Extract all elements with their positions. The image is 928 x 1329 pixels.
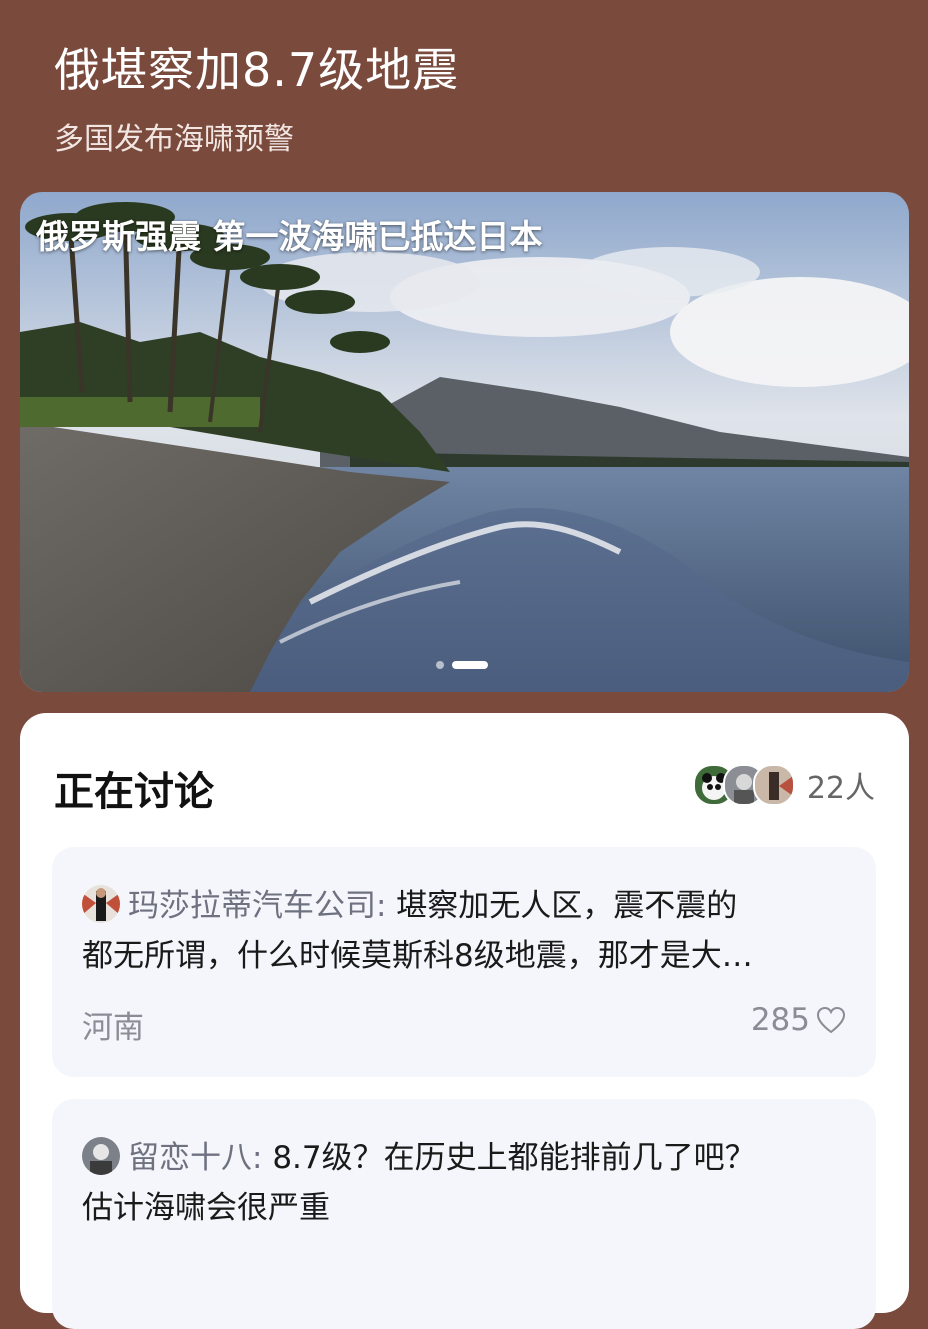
comment-body-line2: 估计海啸会很严重 <box>82 1190 330 1226</box>
commenter-avatar <box>82 885 120 923</box>
comment-body-line1: 堪察加无人区，震不震的 <box>396 888 738 924</box>
discussion-title: 正在讨论 <box>54 769 214 815</box>
comment-text: 留恋十八: 8.7级？在历史上都能排前几了吧？ 估计海啸会很严重 <box>82 1133 852 1233</box>
like-button[interactable]: 285 <box>751 1002 846 1038</box>
topic-subtitle: 多国发布海啸预警 <box>54 122 294 157</box>
comment-author: 玛莎拉蒂汽车公司: <box>128 888 387 924</box>
banner-carousel[interactable]: 俄罗斯强震 第一波海啸已抵达日本 <box>20 192 909 692</box>
like-count: 285 <box>750 1002 810 1038</box>
comment-card[interactable]: 玛莎拉蒂汽车公司: 堪察加无人区，震不震的 都无所谓，什么时候莫斯科8级地震，那… <box>52 847 876 1077</box>
comment-body-line2: 都无所谓，什么时候莫斯科8级地震，那才是大… <box>82 938 753 974</box>
avatar <box>752 764 795 806</box>
participant-count: 22人 <box>806 771 875 806</box>
discussion-card: 正在讨论 22人 玛莎拉蒂汽车公司: 堪察加无人区，震不震的 都无所谓，什么时候… <box>20 713 909 1329</box>
comment-text: 玛莎拉蒂汽车公司: 堪察加无人区，震不震的 都无所谓，什么时候莫斯科8级地震，那… <box>82 881 852 981</box>
comment-location: 河南 <box>82 1010 144 1046</box>
heart-icon <box>816 1006 846 1034</box>
carousel-dot <box>436 661 444 669</box>
carousel-dot-active <box>452 661 488 669</box>
commenter-avatar <box>82 1137 120 1175</box>
comment-body-line1: 8.7级？在历史上都能排前几了吧？ <box>272 1140 756 1176</box>
banner-caption: 俄罗斯强震 第一波海啸已抵达日本 <box>36 217 543 256</box>
beach-photo <box>20 192 909 692</box>
avatar-stack <box>692 764 795 806</box>
carousel-indicator <box>436 661 488 669</box>
comment-card[interactable]: 留恋十八: 8.7级？在历史上都能排前几了吧？ 估计海啸会很严重 <box>52 1099 876 1329</box>
comment-author: 留恋十八: <box>128 1140 263 1176</box>
topic-title: 俄堪察加8.7级地震 <box>54 43 460 97</box>
participants[interactable]: 22人 <box>692 763 875 807</box>
